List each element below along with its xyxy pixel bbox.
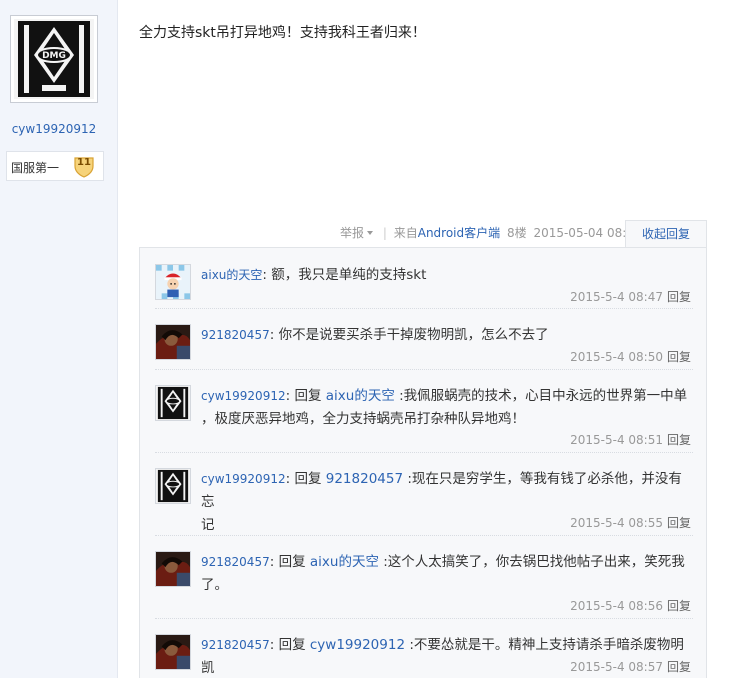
reply-button[interactable]: 回复 [667, 599, 691, 613]
reply-button[interactable]: 回复 [667, 433, 691, 447]
level-number: 11 [77, 157, 91, 168]
reply-prefix: 回复 [294, 471, 322, 487]
reply-divider [155, 535, 693, 536]
reply-body: :我佩服蜗壳的技术，心目中永远的世界第一中单 [399, 388, 688, 404]
source-prefix: 来自 [393, 226, 418, 240]
report-button[interactable]: 举报 [340, 226, 376, 240]
reply-meta: 2015-5-4 08:50 回复 [570, 348, 691, 365]
reply-divider [155, 452, 693, 453]
level-title: 国服第一 [11, 161, 60, 175]
dmg-logo-icon: DMG [14, 19, 94, 99]
reply-body: :这个人太搞笑了，你去锅巴找他帖子出来，笑死我 [383, 554, 685, 570]
reply-button[interactable]: 回复 [667, 290, 691, 304]
reply-body-line2: 记 [201, 517, 215, 533]
reply-time: 2015-5-4 08:51 [570, 433, 663, 447]
dark-portrait-avatar-icon [156, 325, 190, 359]
reply-time: 2015-5-4 08:57 [570, 660, 663, 674]
reply-time: 2015-5-4 08:47 [570, 290, 663, 304]
reply-username[interactable]: aixu的天空 [201, 268, 262, 282]
level-badge[interactable]: 国服第一 11 [6, 151, 104, 181]
reply-body: 你不是说要买杀手干掉废物明凯，怎么不去了 [278, 327, 549, 343]
reply-username[interactable]: cyw19920912 [201, 472, 286, 486]
reply-avatar[interactable] [155, 634, 191, 670]
reply-body-line2: ，极度厌恶异地鸡，全力支持蜗壳吊打杂种队异地鸡！ [201, 411, 525, 427]
dark-portrait-avatar-icon [156, 552, 190, 586]
reply-avatar[interactable] [155, 551, 191, 587]
reply-body: 额，我只是单纯的支持skt [271, 267, 427, 283]
reply-meta: 2015-5-4 08:51 回复 [570, 431, 691, 448]
reply-meta: 2015-5-4 08:56 回复 [570, 597, 691, 614]
tail-separator: | [382, 226, 387, 240]
author-sidebar: DMG cyw19920912 国服第一 11 [0, 0, 118, 678]
reply-time: 2015-5-4 08:56 [570, 599, 663, 613]
reply-divider [155, 618, 693, 619]
reply-username[interactable]: cyw19920912 [201, 389, 286, 403]
reply-divider [155, 369, 693, 370]
source-client-link[interactable]: Android客户端 [418, 226, 500, 240]
reply-text: 921820457: 回复 aixu的天空 :这个人太搞笑了，你去锅巴找他帖子出… [201, 554, 685, 593]
reply-target-user[interactable]: aixu的天空 [326, 388, 395, 404]
reply-username[interactable]: 921820457 [201, 328, 270, 342]
reply-prefix: 回复 [278, 554, 306, 570]
dmg-logo-avatar-icon [156, 469, 190, 503]
reply-list: aixu的天空: 额，我只是单纯的支持skt 2015-5-4 08:47 回复 … [139, 247, 707, 678]
reply-body-line2: 了。 [201, 577, 228, 593]
reply-text: 921820457: 你不是说要买杀手干掉废物明凯，怎么不去了 [201, 327, 549, 343]
pokemon-trainer-avatar-icon [156, 265, 190, 299]
dark-portrait-avatar-icon [156, 635, 190, 669]
reply-text: aixu的天空: 额，我只是单纯的支持skt [201, 267, 427, 283]
reply-target-user[interactable]: cyw19920912 [310, 637, 405, 653]
reply-target-user[interactable]: 921820457 [326, 471, 403, 487]
reply-avatar[interactable] [155, 264, 191, 300]
reply-text: cyw19920912: 回复 aixu的天空 :我佩服蜗壳的技术，心目中永远的… [201, 388, 688, 427]
svg-text:DMG: DMG [42, 51, 66, 61]
author-name[interactable]: cyw19920912 [0, 122, 108, 136]
reply-meta: 2015-5-4 08:47 回复 [570, 288, 691, 305]
reply-avatar[interactable] [155, 385, 191, 421]
reply-username[interactable]: 921820457 [201, 638, 270, 652]
reply-button[interactable]: 回复 [667, 660, 691, 674]
reply-meta: 2015-5-4 08:55 回复 [570, 514, 691, 531]
reply-meta: 2015-5-4 08:57 回复 [570, 658, 691, 675]
dmg-logo-avatar-icon [156, 386, 190, 420]
reply-prefix: 回复 [294, 388, 322, 404]
collapse-replies-button[interactable]: 收起回复 [625, 220, 707, 247]
reply-target-user[interactable]: aixu的天空 [310, 554, 379, 570]
floor-number: 8楼 [506, 226, 527, 240]
reply-prefix: 回复 [278, 637, 306, 653]
reply-avatar[interactable] [155, 468, 191, 504]
reply-button[interactable]: 回复 [667, 350, 691, 364]
reply-button[interactable]: 回复 [667, 516, 691, 530]
reply-avatar[interactable] [155, 324, 191, 360]
reply-time: 2015-5-4 08:55 [570, 516, 663, 530]
reply-username[interactable]: 921820457 [201, 555, 270, 569]
post-content: 全力支持skt吊打异地鸡！支持我科王者归来！ [139, 25, 426, 41]
reply-divider [155, 308, 693, 309]
author-avatar[interactable]: DMG [10, 15, 98, 103]
reply-time: 2015-5-4 08:50 [570, 350, 663, 364]
caret-down-icon [367, 231, 374, 235]
